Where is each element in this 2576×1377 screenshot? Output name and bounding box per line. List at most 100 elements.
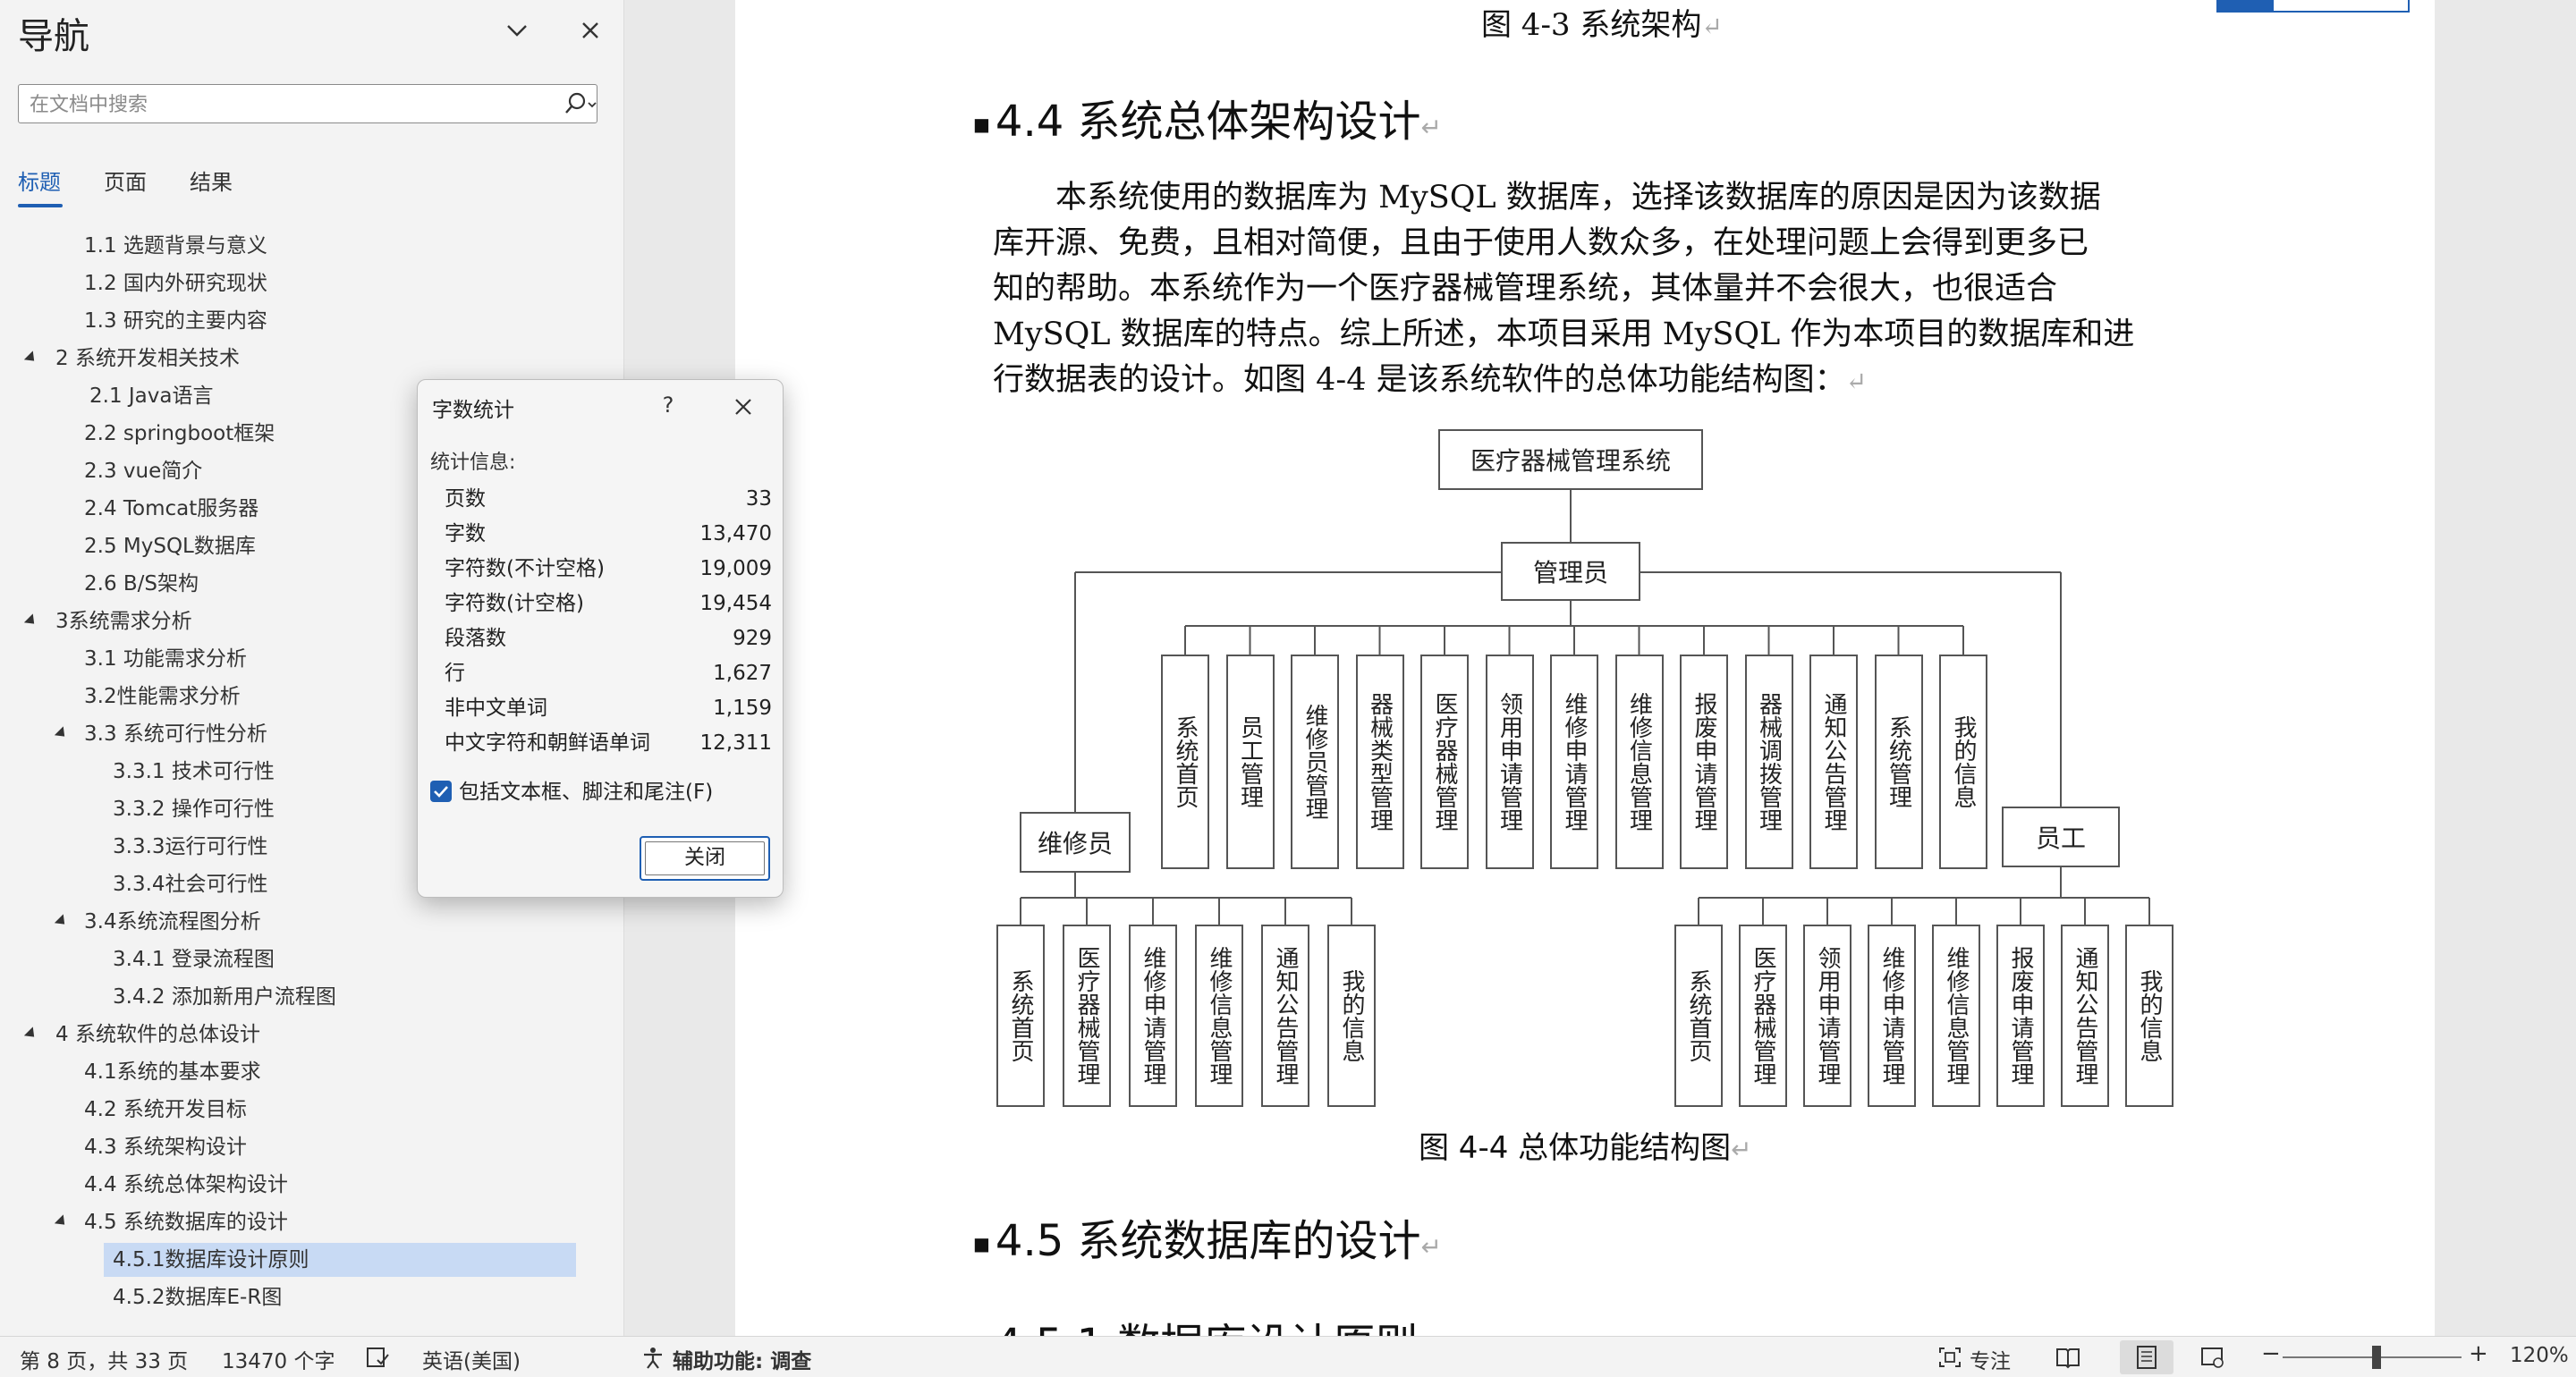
tree-item[interactable]: 3.4系统流程图分析 (84, 905, 261, 939)
tree-item[interactable]: 3.3.4社会可行性 (113, 867, 268, 901)
tree-item[interactable]: 4 系统软件的总体设计 (55, 1018, 260, 1052)
language[interactable]: 英语(美国) (422, 1344, 521, 1374)
tree-item[interactable]: 4.3 系统架构设计 (84, 1130, 247, 1164)
tree-item[interactable]: 4.5.2数据库E-R图 (113, 1280, 282, 1314)
chevron-down-icon[interactable] (501, 14, 533, 46)
tree-item[interactable]: 3.1 功能需求分析 (84, 642, 247, 676)
employee-function-item: 报废申请管理 (1996, 925, 2045, 1107)
checkbox-label[interactable]: 包括文本框、脚注和尾注(F) (459, 781, 713, 804)
tab-results[interactable]: 结果 (190, 165, 233, 196)
heading-4-5-1: 4.5.1 数据库设计原则 (995, 1309, 1418, 1336)
employee-function-item: 维修申请管理 (1868, 925, 1916, 1107)
tree-item[interactable]: 4.4 系统总体架构设计 (84, 1168, 288, 1202)
search-input[interactable] (30, 92, 548, 117)
tree-item[interactable]: 3系统需求分析 (55, 604, 192, 638)
tree-item[interactable]: 4.5 系统数据库的设计 (84, 1205, 288, 1239)
repairer-function-item: 我的信息 (1327, 925, 1376, 1107)
print-layout-icon[interactable] (2120, 1340, 2174, 1374)
tree-item[interactable]: 4.2 系统开发目标 (84, 1093, 247, 1127)
employee-function-item: 通知公告管理 (2061, 925, 2109, 1107)
tree-item[interactable]: 4.1系统的基本要求 (84, 1055, 261, 1089)
focus-icon[interactable] (1937, 1346, 1962, 1369)
tab-headings[interactable]: 标题 (18, 165, 61, 196)
admin-function-item: 员工管理 (1225, 655, 1275, 869)
zoom-level[interactable]: 120% (2510, 1344, 2569, 1367)
stat-row: 行 1,627 (445, 662, 772, 685)
zoom-out-button[interactable]: − (2261, 1340, 2281, 1367)
repairer-function-item: 通知公告管理 (1261, 925, 1309, 1107)
tree-item[interactable]: 1.2 国内外研究现状 (84, 266, 267, 300)
tab-pages[interactable]: 页面 (104, 165, 147, 196)
search-icon[interactable] (563, 90, 597, 119)
admin-function-item: 器械类型管理 (1355, 655, 1404, 869)
accessibility-icon[interactable] (640, 1346, 665, 1369)
body-paragraph: 本系统使用的数据库为 MySQL 数据库，选择该数据库的原因是因为该数据 库开源… (993, 175, 2179, 403)
collapse-caret-icon[interactable] (54, 1214, 70, 1229)
tree-item[interactable]: 3.3.2 操作可行性 (113, 792, 275, 826)
zoom-in-button[interactable]: + (2469, 1340, 2488, 1367)
close-icon[interactable] (574, 14, 606, 46)
collapse-caret-icon[interactable] (54, 726, 70, 741)
read-mode-icon[interactable] (2055, 1346, 2080, 1369)
para-line: 行数据表的设计。如图 4-4 是该系统软件的总体功能结构图：↵ (993, 362, 1868, 398)
tree-item[interactable]: 3.4.2 添加新用户流程图 (113, 980, 336, 1014)
tree-item[interactable]: 2.4 Tomcat服务器 (84, 492, 258, 526)
employee-function-item: 维修信息管理 (1932, 925, 1980, 1107)
tree-item[interactable]: 3.2性能需求分析 (84, 680, 241, 714)
close-button[interactable]: 关闭 (640, 836, 770, 881)
tree-item[interactable]: 1.3 研究的主要内容 (84, 304, 267, 338)
figure-4-3-caption: 图 4-3 系统架构↵ (1481, 7, 1723, 43)
dialog-title: 字数统计 (432, 399, 514, 422)
stat-row: 段落数 929 (445, 627, 772, 650)
admin-function-item: 维修员管理 (1291, 655, 1339, 869)
collapse-caret-icon[interactable] (54, 914, 70, 929)
tree-item[interactable]: 2.1 Java语言 (89, 379, 213, 413)
tree-item[interactable]: 3.3.3运行可行性 (113, 830, 268, 864)
tree-item[interactable]: 2.5 MySQL数据库 (84, 529, 256, 563)
admin-function-item: 通知公告管理 (1809, 655, 1858, 869)
web-layout-icon[interactable] (2200, 1346, 2225, 1369)
nav-title: 导航 (18, 16, 89, 57)
tree-item[interactable]: 3.4.1 登录流程图 (113, 942, 275, 976)
tree-item[interactable]: 3.3 系统可行性分析 (84, 717, 267, 751)
close-icon[interactable] (725, 389, 761, 425)
top-right-button[interactable] (2216, 0, 2410, 13)
tree-item[interactable]: 2.6 B/S架构 (84, 567, 199, 601)
repairer-function-item: 医疗器械管理 (1063, 925, 1111, 1107)
heading-4-4: ■ 4.4 系统总体架构设计↵ (973, 97, 1442, 147)
accessibility-status[interactable]: 辅助功能: 调查 (673, 1344, 811, 1374)
heading-4-5: ■ 4.5 系统数据库的设计↵ (973, 1216, 1442, 1266)
tree-item[interactable]: 2 系统开发相关技术 (55, 342, 240, 376)
admin-function-item: 系统首页 (1161, 655, 1209, 869)
tree-item-selected[interactable]: 4.5.1数据库设计原则 (104, 1243, 576, 1277)
help-button[interactable]: ? (652, 389, 684, 421)
employee-function-item: 我的信息 (2125, 925, 2174, 1107)
tree-item[interactable]: 3.3.1 技术可行性 (113, 755, 275, 789)
tree-item[interactable]: 2.3 vue简介 (84, 454, 202, 488)
collapse-caret-icon[interactable] (23, 613, 39, 629)
page-indicator[interactable]: 第 8 页，共 33 页 (20, 1344, 188, 1374)
admin-function-item: 维修信息管理 (1614, 655, 1664, 869)
tree-item[interactable]: 1.1 选题背景与意义 (84, 229, 267, 263)
employee-function-item: 系统首页 (1674, 925, 1723, 1107)
figure-4-4-caption: 图 4-4 总体功能结构图↵ (1419, 1130, 1752, 1166)
para-line: MySQL 数据库的特点。综上所述，本项目采用 MySQL 作为本项目的数据库和… (993, 317, 2135, 352)
collapse-caret-icon[interactable] (23, 351, 39, 366)
admin-function-item: 维修申请管理 (1550, 655, 1598, 869)
repairer-function-item: 系统首页 (996, 925, 1045, 1107)
para-line: 知的帮助。本系统作为一个医疗器械管理系统，其体量并不会很大，也很适合 (993, 271, 2058, 307)
stat-row: 页数 33 (445, 487, 772, 511)
admin-function-item: 器械调拨管理 (1744, 655, 1793, 869)
tree-item[interactable]: 2.2 springboot框架 (84, 417, 275, 451)
para-line: 库开源、免费，且相对简便，且由于使用人数众多，在处理问题上会得到更多已 (993, 225, 2089, 261)
zoom-slider-thumb[interactable] (2372, 1346, 2381, 1369)
admin-function-item: 系统管理 (1874, 655, 1923, 869)
employee-function-item: 医疗器械管理 (1739, 925, 1787, 1107)
function-structure-diagram: 医疗器械管理系统 管理员 维修员 员工 系统首页 员工管理 维修员管理 器械类型管理医… (984, 420, 2209, 1118)
word-count[interactable]: 13470 个字 (222, 1344, 335, 1374)
include-footnotes-checkbox[interactable] (430, 781, 452, 802)
proofing-icon[interactable] (365, 1346, 390, 1369)
focus-mode[interactable]: 专注 (1970, 1344, 2011, 1374)
collapse-caret-icon[interactable] (23, 1026, 39, 1042)
word-count-dialog: 字数统计 ? 统计信息: 页数 33 字数 13,470 字符数(不计空格) 19,0… (417, 379, 784, 898)
